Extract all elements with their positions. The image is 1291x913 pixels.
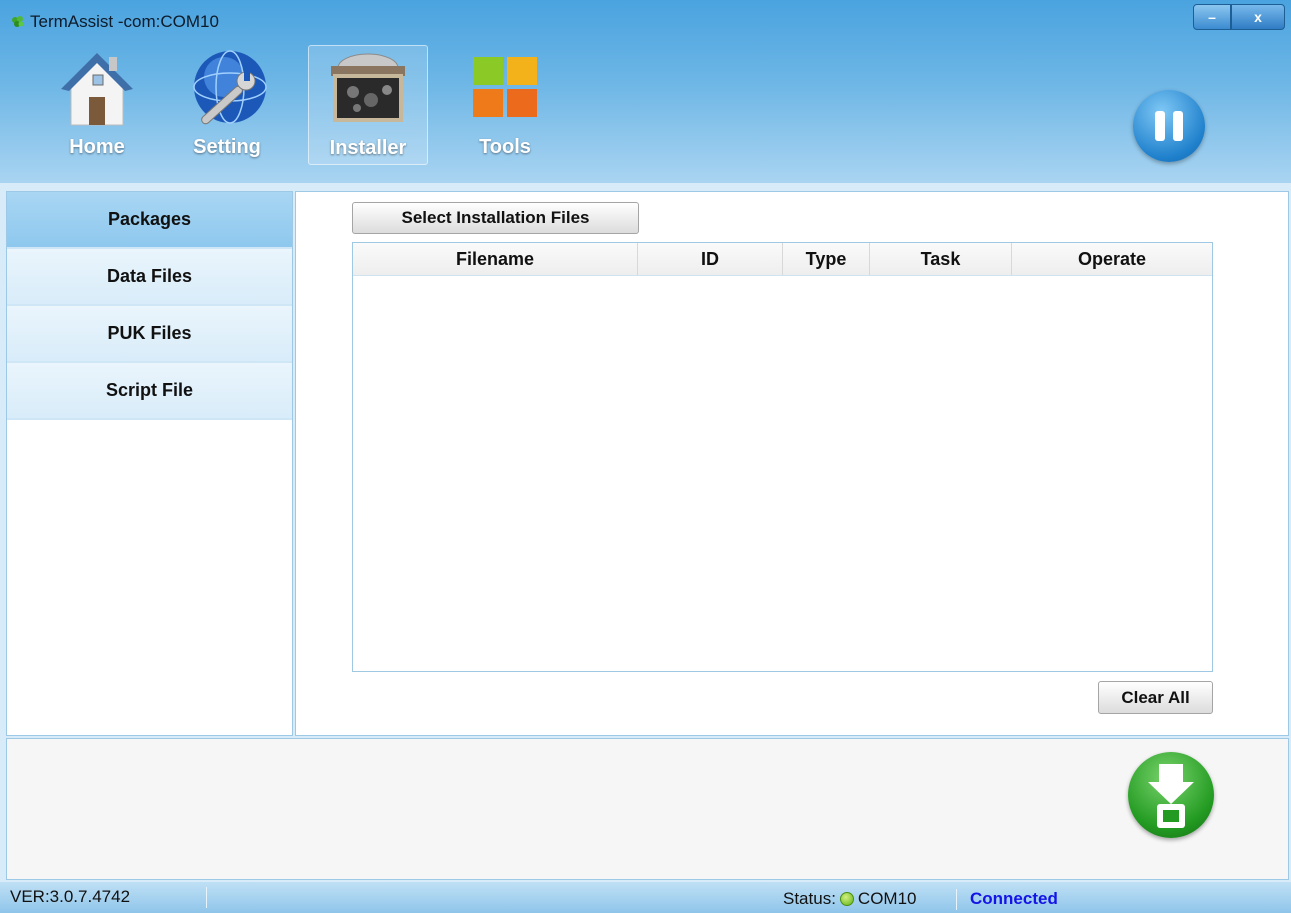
home-icon bbox=[61, 53, 133, 126]
status-indicator: Status: COM10 bbox=[783, 889, 917, 909]
select-installation-files-button[interactable]: Select Installation Files bbox=[352, 202, 639, 234]
nav-setting[interactable]: Setting bbox=[168, 45, 286, 163]
nav-setting-label: Setting bbox=[193, 136, 261, 158]
nav-installer[interactable]: Installer bbox=[308, 45, 428, 165]
settings-wrench-globe-icon bbox=[193, 50, 267, 125]
tools-grid-icon bbox=[473, 57, 537, 117]
app-window: TermAssist -com:COM10 – x Home Setting I… bbox=[0, 0, 1291, 913]
nav-tools-label: Tools bbox=[479, 136, 531, 158]
pause-icon bbox=[1155, 111, 1165, 141]
status-divider-2 bbox=[956, 889, 957, 910]
sidebar-item-packages[interactable]: Packages bbox=[7, 192, 292, 249]
nav-home[interactable]: Home bbox=[38, 45, 156, 163]
header-toolbar: TermAssist -com:COM10 – x Home Setting I… bbox=[0, 0, 1291, 183]
window-title: TermAssist -com:COM10 bbox=[10, 12, 219, 32]
column-filename[interactable]: Filename bbox=[353, 243, 638, 275]
status-port: COM10 bbox=[857, 889, 917, 908]
column-operate[interactable]: Operate bbox=[1012, 243, 1212, 275]
pause-icon-bar bbox=[1173, 111, 1183, 141]
main-panel: Select Installation Files Filename ID Ty… bbox=[295, 191, 1289, 736]
pause-button[interactable] bbox=[1133, 90, 1205, 162]
column-type[interactable]: Type bbox=[783, 243, 870, 275]
table-body[interactable] bbox=[353, 276, 1212, 672]
sidebar-item-script-file[interactable]: Script File bbox=[7, 363, 292, 420]
clear-all-button[interactable]: Clear All bbox=[1098, 681, 1213, 714]
status-divider bbox=[206, 887, 207, 908]
status-label: Status: bbox=[783, 889, 836, 908]
files-table: Filename ID Type Task Operate bbox=[352, 242, 1213, 672]
installer-box-icon bbox=[331, 53, 405, 122]
window-title-text: TermAssist -com:COM10 bbox=[30, 12, 219, 31]
status-bar: VER:3.0.7.4742 Status: COM10 Connected bbox=[0, 882, 1291, 913]
connection-status: Connected bbox=[970, 889, 1058, 908]
sidebar: Packages Data Files PUK Files Script Fil… bbox=[6, 191, 293, 736]
close-button[interactable]: x bbox=[1231, 4, 1285, 30]
column-task[interactable]: Task bbox=[870, 243, 1012, 275]
window-controls: – x bbox=[1193, 4, 1285, 30]
table-header: Filename ID Type Task Operate bbox=[353, 243, 1212, 276]
download-button[interactable] bbox=[1128, 752, 1214, 838]
sidebar-item-data-files[interactable]: Data Files bbox=[7, 249, 292, 306]
status-dot-icon bbox=[839, 892, 854, 906]
minimize-button[interactable]: – bbox=[1193, 4, 1231, 30]
download-icon bbox=[1148, 764, 1194, 828]
nav-tools[interactable]: Tools bbox=[446, 45, 564, 163]
nav-installer-label: Installer bbox=[329, 137, 407, 159]
version-text: VER:3.0.7.4742 bbox=[10, 887, 131, 906]
bottom-panel bbox=[6, 738, 1289, 880]
column-id[interactable]: ID bbox=[638, 243, 783, 275]
sidebar-item-puk-files[interactable]: PUK Files bbox=[7, 306, 292, 363]
nav-home-label: Home bbox=[69, 136, 125, 158]
app-leaf-icon bbox=[12, 16, 24, 27]
